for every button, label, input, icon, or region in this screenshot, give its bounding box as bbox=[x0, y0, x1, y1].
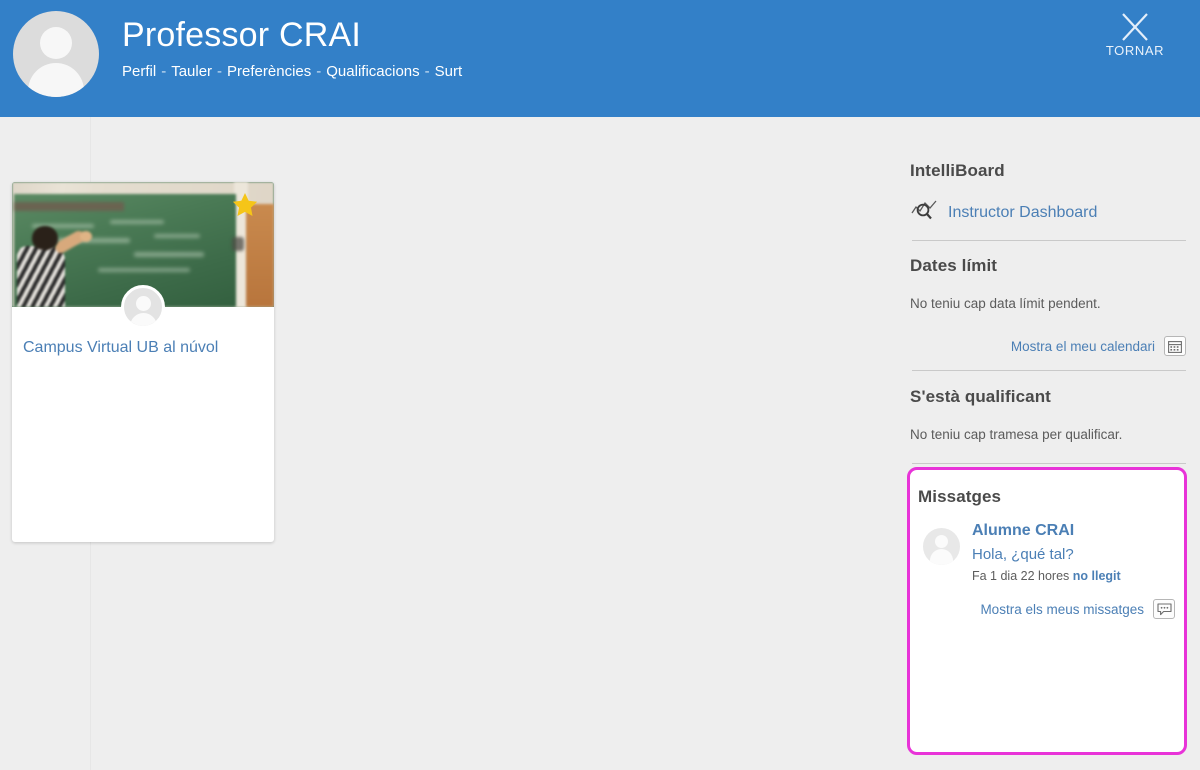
photo-person-body bbox=[17, 246, 65, 307]
nav-item-tauler[interactable]: Tauler bbox=[171, 63, 212, 80]
avatar-head-shape bbox=[935, 535, 948, 548]
message-meta: Fa 1 dia 22 hores no llegit bbox=[972, 569, 1121, 583]
message-preview-text: Hola, ¿qué tal? bbox=[972, 546, 1074, 563]
page-header: Professor CRAI Perfil - Tauler - Preferèncie… bbox=[0, 0, 1200, 117]
header-user-avatar[interactable] bbox=[13, 11, 99, 97]
course-card-avatar bbox=[121, 285, 165, 329]
section-divider bbox=[912, 240, 1186, 241]
section-divider bbox=[912, 463, 1186, 464]
message-dots-icon[interactable] bbox=[1153, 599, 1175, 619]
photo-person-head bbox=[32, 226, 58, 250]
avatar-head-shape bbox=[135, 296, 151, 311]
message-unread-status: no llegit bbox=[1072, 569, 1121, 583]
messages-panel: Missatges Alumne CRAI Hola, ¿qué tal? Fa… bbox=[907, 467, 1187, 755]
avatar-body-shape bbox=[930, 549, 953, 565]
messages-link-label[interactable]: Mostra els meus missatges bbox=[980, 602, 1144, 617]
message-sender-avatar bbox=[923, 528, 960, 565]
nav-separator: - bbox=[424, 63, 430, 80]
star-favorite-icon[interactable] bbox=[230, 190, 260, 220]
instructor-dashboard-link[interactable]: Instructor Dashboard bbox=[910, 199, 1097, 226]
messages-link-row[interactable]: Mostra els meus missatges bbox=[980, 599, 1175, 619]
calendar-link-label[interactable]: Mostra el meu calendari bbox=[1011, 339, 1155, 354]
nav-separator: - bbox=[217, 63, 223, 80]
messages-heading: Missatges bbox=[918, 487, 1002, 506]
avatar-head-shape bbox=[40, 27, 72, 59]
instructor-dashboard-label: Instructor Dashboard bbox=[948, 203, 1098, 221]
calendar-link-row[interactable]: Mostra el meu calendari bbox=[1011, 336, 1186, 356]
photo-dark-object bbox=[232, 237, 244, 251]
nav-separator: - bbox=[161, 63, 167, 80]
course-card[interactable]: Campus Virtual UB al núvol bbox=[12, 182, 274, 542]
photo-chalk-mark bbox=[110, 220, 164, 224]
message-sender-name[interactable]: Alumne CRAI bbox=[972, 522, 1074, 540]
section-divider bbox=[912, 370, 1186, 371]
course-card-title[interactable]: Campus Virtual UB al núvol bbox=[23, 338, 263, 358]
calendar-icon[interactable] bbox=[1164, 336, 1186, 356]
nav-item-surt[interactable]: Surt bbox=[435, 63, 463, 80]
photo-person-hand bbox=[80, 231, 92, 242]
photo-chalk-mark bbox=[154, 234, 200, 238]
nav-item-preferencies[interactable]: Preferències bbox=[227, 63, 311, 80]
photo-chalk-mark bbox=[134, 252, 204, 257]
page-root: Professor CRAI Perfil - Tauler - Preferèncie… bbox=[0, 0, 1200, 770]
grading-empty-text: No teniu cap tramesa per qualificar. bbox=[910, 427, 1123, 442]
grading-heading: S'està qualificant bbox=[910, 387, 1051, 406]
close-return-button[interactable]: TORNAR bbox=[1096, 8, 1174, 58]
close-x-icon bbox=[1096, 8, 1174, 46]
message-time: Fa 1 dia 22 hores bbox=[972, 569, 1070, 583]
analytics-magnifier-icon bbox=[910, 199, 940, 226]
deadlines-heading: Dates límit bbox=[910, 256, 998, 275]
avatar-body-shape bbox=[129, 313, 157, 326]
intelliboard-heading: IntelliBoard bbox=[910, 161, 1005, 180]
nav-separator: - bbox=[316, 63, 322, 80]
page-content: Campus Virtual UB al núvol IntelliBoard … bbox=[0, 117, 1200, 770]
photo-board-rail bbox=[14, 202, 124, 211]
avatar-body-shape bbox=[28, 63, 84, 97]
deadlines-empty-text: No teniu cap data límit pendent. bbox=[910, 296, 1101, 311]
photo-chalk-mark bbox=[98, 268, 190, 272]
nav-item-qualificacions[interactable]: Qualificacions bbox=[326, 63, 419, 80]
header-nav: Perfil - Tauler - Preferències - Qualificacion… bbox=[122, 63, 462, 80]
nav-item-perfil[interactable]: Perfil bbox=[122, 63, 156, 80]
page-title: Professor CRAI bbox=[122, 16, 361, 54]
